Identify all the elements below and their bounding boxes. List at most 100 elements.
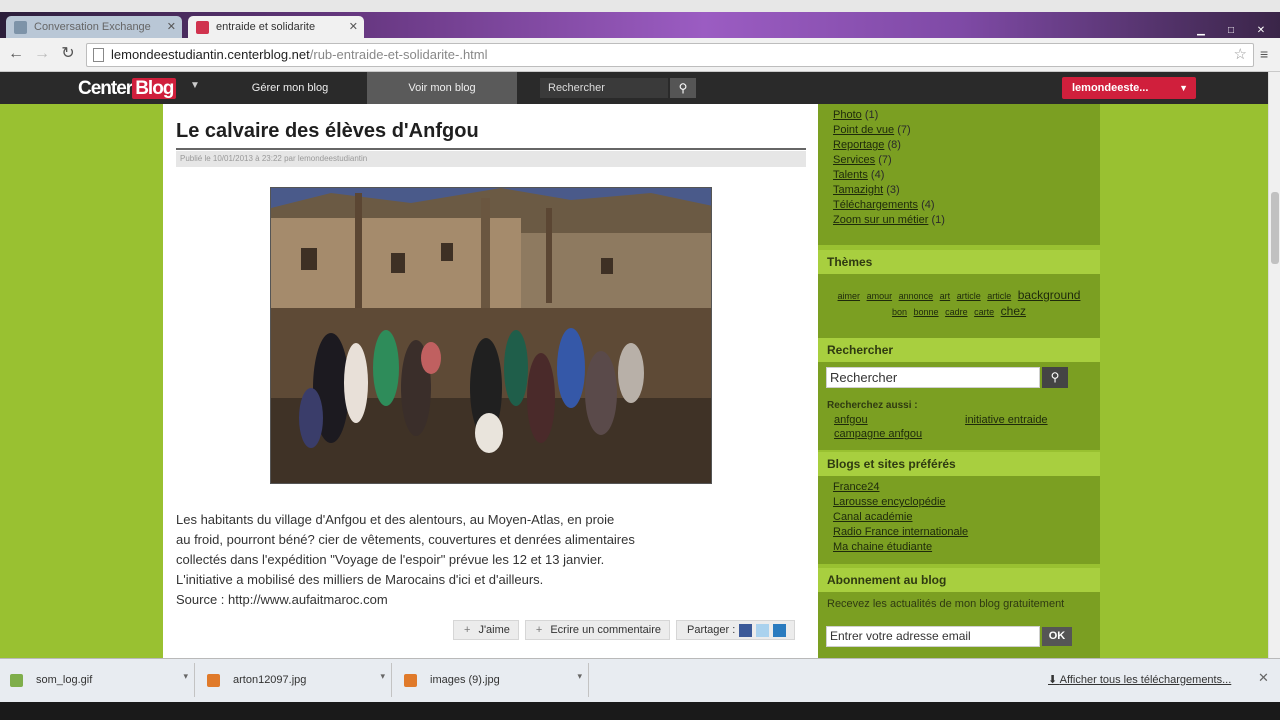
theme-tag[interactable]: art <box>940 291 951 301</box>
search-icon[interactable]: ⚲ <box>1042 367 1068 388</box>
theme-tag[interactable]: background <box>1018 288 1081 302</box>
favorite-link[interactable]: Radio France internationale <box>833 525 968 540</box>
page-icon <box>93 48 104 62</box>
menu-icon[interactable]: ≡ <box>1260 46 1276 62</box>
chevron-down-icon[interactable]: ▾ <box>380 659 385 693</box>
share-more-icon[interactable] <box>773 623 787 637</box>
tab-entraide[interactable]: entraide et solidarite ✕ <box>188 16 364 40</box>
top-search-input[interactable]: Rechercher <box>540 78 668 98</box>
user-menu[interactable]: lemondeeste... ▼ <box>1062 77 1196 99</box>
suggested-search-link[interactable]: anfgou <box>834 414 868 426</box>
category-item[interactable]: Reportage (8) <box>833 138 945 153</box>
logo-center: Center <box>78 78 133 99</box>
category-count: (1) <box>931 214 945 226</box>
category-item[interactable]: Talents (4) <box>833 168 945 183</box>
article-meta: Publié le 10/01/2013 à 23:22 par lemonde… <box>176 151 806 167</box>
category-item[interactable]: Tamazight (3) <box>833 183 945 198</box>
download-item[interactable]: arton12097.jpg ▾ <box>197 663 392 697</box>
page-scrollbar[interactable] <box>1268 72 1280 658</box>
theme-tag[interactable]: bonne <box>914 307 939 317</box>
theme-tag[interactable]: annonce <box>899 291 934 301</box>
download-filename: som_log.gif <box>36 674 93 686</box>
category-link[interactable]: Talents <box>833 169 868 181</box>
favorite-link[interactable]: Ma chaine étudiante <box>833 540 968 555</box>
subscribe-ok-button[interactable]: OK <box>1042 627 1072 646</box>
category-count: (3) <box>886 184 900 196</box>
category-item[interactable]: Photo (1) <box>833 108 945 123</box>
suggested-search-link[interactable]: campagne anfgou <box>834 428 922 440</box>
category-link[interactable]: Reportage <box>833 139 884 151</box>
image-file-icon <box>404 674 417 687</box>
bookmark-star-icon[interactable]: ☆ <box>1234 44 1247 66</box>
theme-tag[interactable]: chez <box>1001 304 1026 318</box>
close-tab-icon[interactable]: ✕ <box>167 16 176 38</box>
chevron-down-icon[interactable]: ▾ <box>183 659 188 693</box>
article: Le calvaire des élèves d'Anfgou Publié l… <box>163 104 818 658</box>
category-link[interactable]: Services <box>833 154 875 166</box>
category-link[interactable]: Téléchargements <box>833 199 918 211</box>
forward-icon[interactable]: → <box>32 44 52 64</box>
image-file-icon <box>10 674 23 687</box>
download-item[interactable]: som_log.gif ▾ <box>0 663 195 697</box>
download-item[interactable]: images (9).jpg ▾ <box>394 663 589 697</box>
category-count: (4) <box>870 169 885 181</box>
back-icon[interactable]: ← <box>6 44 26 64</box>
twitter-icon[interactable] <box>756 623 770 637</box>
category-link[interactable]: Tamazight <box>833 184 883 196</box>
view-blog-link[interactable]: Voir mon blog <box>367 72 517 104</box>
close-window-icon[interactable]: ✕ <box>1250 24 1272 38</box>
plus-icon: + <box>535 624 543 636</box>
plus-icon: + <box>464 624 471 636</box>
category-item[interactable]: Services (7) <box>833 153 945 168</box>
theme-tag[interactable]: carte <box>974 307 994 317</box>
chevron-down-icon: ▼ <box>1179 83 1188 93</box>
show-all-downloads-link[interactable]: ⬇ Afficher tous les téléchargements... <box>1048 673 1231 686</box>
category-item[interactable]: Point de vue (7) <box>833 123 945 138</box>
theme-tag[interactable]: cadre <box>945 307 968 317</box>
category-item[interactable]: Zoom sur un métier (1) <box>833 213 945 228</box>
minimize-icon[interactable]: ▁ <box>1190 24 1212 38</box>
centerblog-logo[interactable]: Center Blog <box>78 78 177 100</box>
like-button[interactable]: + J'aime <box>453 620 519 640</box>
category-count: (8) <box>887 139 901 151</box>
close-tab-icon[interactable]: ✕ <box>349 16 358 38</box>
article-body: Les habitants du village d'Anfgou et des… <box>176 510 716 610</box>
subscribe-block: Recevez les actualités de mon blog gratu… <box>818 592 1100 658</box>
category-item[interactable]: Téléchargements (4) <box>833 198 945 213</box>
article-photo[interactable] <box>270 187 712 484</box>
chevron-down-icon[interactable]: ▼ <box>190 80 200 91</box>
theme-tag[interactable]: article <box>987 291 1011 301</box>
category-count: (7) <box>897 124 911 136</box>
category-count: (4) <box>921 199 935 211</box>
category-link[interactable]: Zoom sur un métier <box>833 214 928 226</box>
sidebar-search-input[interactable]: Rechercher <box>826 367 1040 388</box>
address-bar[interactable]: lemondeestudiantin.centerblog.net/rub-en… <box>86 43 1254 67</box>
theme-tag[interactable]: aimer <box>838 291 861 301</box>
chevron-down-icon[interactable]: ▾ <box>577 659 582 693</box>
maximize-icon[interactable]: □ <box>1220 24 1242 38</box>
theme-tag[interactable]: bon <box>892 307 907 317</box>
category-link[interactable]: Photo <box>833 109 862 121</box>
reload-icon[interactable]: ↻ <box>58 44 78 64</box>
favorite-link[interactable]: Larousse encyclopédie <box>833 495 968 510</box>
facebook-icon[interactable] <box>739 623 753 637</box>
download-filename: images (9).jpg <box>430 674 500 686</box>
comment-label: Ecrire un commentaire <box>550 624 661 636</box>
search-icon[interactable]: ⚲ <box>670 78 696 98</box>
theme-tag[interactable]: article <box>957 291 981 301</box>
close-icon[interactable]: ✕ <box>1258 670 1269 686</box>
categories-block: Photo (1) Point de vue (7) Reportage (8)… <box>818 104 1100 245</box>
favorite-link[interactable]: France24 <box>833 480 968 495</box>
theme-tag[interactable]: amour <box>867 291 893 301</box>
manage-blog-link[interactable]: Gérer mon blog <box>215 72 365 104</box>
tab-conversation-exchange[interactable]: Conversation Exchange ✕ <box>6 16 182 40</box>
scrollbar-thumb[interactable] <box>1271 192 1279 264</box>
divider <box>176 148 806 150</box>
favorite-link[interactable]: Canal académie <box>833 510 968 525</box>
user-name: lemondeeste... <box>1072 82 1149 94</box>
category-link[interactable]: Point de vue <box>833 124 894 136</box>
browser-toolbar: ← → ↻ lemondeestudiantin.centerblog.net/… <box>0 38 1280 72</box>
comment-button[interactable]: + Ecrire un commentaire <box>524 620 670 640</box>
email-field[interactable]: Entrer votre adresse email <box>826 626 1040 647</box>
suggested-search-link[interactable]: initiative entraide <box>965 414 1048 426</box>
